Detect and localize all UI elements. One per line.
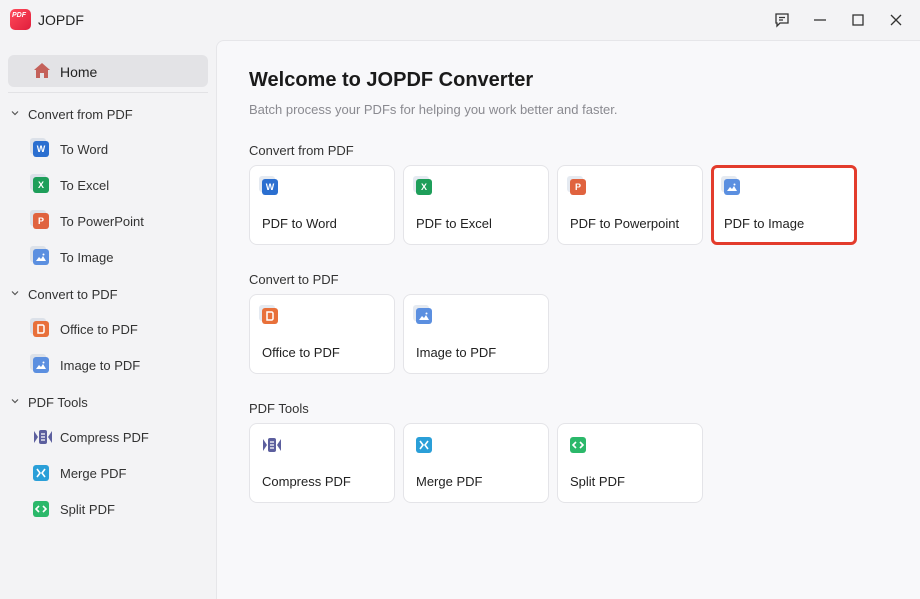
merge-icon: [416, 437, 432, 458]
powerpoint-icon: P: [30, 210, 49, 229]
feedback-button[interactable]: [770, 8, 794, 32]
close-icon: [890, 14, 902, 26]
maximize-icon: [852, 14, 864, 26]
sidebar-divider: [8, 92, 208, 93]
card-pdf-to-image[interactable]: PDF to Image: [711, 165, 857, 245]
card-label: Merge PDF: [416, 474, 483, 489]
feedback-icon: [775, 13, 789, 28]
card-pdf-to-word[interactable]: W PDF to Word: [249, 165, 395, 245]
minimize-icon: [814, 19, 826, 21]
sidebar-item-label: To PowerPoint: [60, 214, 144, 229]
word-icon: W: [30, 138, 49, 157]
section-title-convert-from-pdf: Convert from PDF: [249, 143, 354, 158]
card-split-pdf[interactable]: Split PDF: [557, 423, 703, 503]
office-icon: [259, 305, 278, 324]
sidebar-item-to-powerpoint[interactable]: P To PowerPoint: [0, 206, 216, 236]
card-label: Office to PDF: [262, 345, 340, 360]
card-label: PDF to Word: [262, 216, 337, 231]
sidebar-group-convert-from-pdf[interactable]: Convert from PDF: [0, 100, 216, 128]
section-title-convert-to-pdf: Convert to PDF: [249, 272, 339, 287]
sidebar-item-label: Office to PDF: [60, 322, 138, 337]
maximize-button[interactable]: [846, 8, 870, 32]
sidebar-item-to-excel[interactable]: X To Excel: [0, 170, 216, 200]
card-label: Split PDF: [570, 474, 625, 489]
sidebar-item-image-to-pdf[interactable]: Image to PDF: [0, 350, 216, 380]
chevron-down-icon: [11, 291, 19, 296]
merge-icon: [33, 465, 49, 486]
sidebar-item-label: Merge PDF: [60, 466, 127, 481]
sidebar-item-office-to-pdf[interactable]: Office to PDF: [0, 314, 216, 344]
chevron-down-icon: [11, 399, 19, 404]
excel-icon: X: [413, 176, 432, 195]
sidebar-item-home[interactable]: Home: [8, 55, 208, 87]
page-title: Welcome to JOPDF Converter: [249, 69, 534, 91]
section-title-pdf-tools: PDF Tools: [249, 401, 309, 416]
card-label: Image to PDF: [416, 345, 497, 360]
home-icon: [34, 63, 50, 78]
chevron-down-icon: [11, 111, 19, 116]
image-icon: [30, 246, 49, 265]
card-merge-pdf[interactable]: Merge PDF: [403, 423, 549, 503]
word-icon: W: [259, 176, 278, 195]
sidebar: Home Convert from PDF W To Word X To Exc…: [0, 40, 216, 599]
main-content: Welcome to JOPDF Converter Batch process…: [216, 40, 920, 599]
card-label: PDF to Image: [724, 216, 805, 231]
card-pdf-to-excel[interactable]: X PDF to Excel: [403, 165, 549, 245]
powerpoint-icon: P: [567, 176, 586, 195]
image-icon: [721, 176, 740, 195]
page-subtitle: Batch process your PDFs for helping you …: [249, 102, 618, 117]
card-image-to-pdf[interactable]: Image to PDF: [403, 294, 549, 374]
close-button[interactable]: [884, 8, 908, 32]
card-office-to-pdf[interactable]: Office to PDF: [249, 294, 395, 374]
app-logo-icon: PDF: [10, 9, 31, 30]
sidebar-group-label: Convert from PDF: [28, 107, 133, 122]
card-label: PDF to Powerpoint: [570, 216, 680, 231]
card-compress-pdf[interactable]: Compress PDF: [249, 423, 395, 503]
split-icon: [570, 437, 586, 458]
app-title: JOPDF: [38, 12, 84, 28]
card-pdf-to-powerpoint[interactable]: P PDF to Powerpoint: [557, 165, 703, 245]
office-icon: [30, 318, 49, 337]
excel-icon: X: [30, 174, 49, 193]
sidebar-group-label: PDF Tools: [28, 395, 88, 410]
sidebar-item-label: Home: [60, 64, 98, 80]
sidebar-item-label: To Image: [60, 250, 114, 265]
card-label: PDF to Excel: [416, 216, 492, 231]
image-icon: [413, 305, 432, 324]
sidebar-item-to-word[interactable]: W To Word: [0, 134, 216, 164]
split-icon: [33, 501, 49, 522]
sidebar-item-to-image[interactable]: To Image: [0, 242, 216, 272]
sidebar-group-label: Convert to PDF: [28, 287, 118, 302]
card-label: Compress PDF: [262, 474, 351, 489]
sidebar-item-label: To Excel: [60, 178, 110, 193]
sidebar-item-split-pdf[interactable]: Split PDF: [0, 494, 216, 524]
compress-icon: [262, 437, 282, 458]
sidebar-item-label: To Word: [60, 142, 109, 157]
sidebar-item-label: Image to PDF: [60, 358, 141, 373]
sidebar-group-convert-to-pdf[interactable]: Convert to PDF: [0, 280, 216, 308]
sidebar-item-merge-pdf[interactable]: Merge PDF: [0, 458, 216, 488]
sidebar-item-compress-pdf[interactable]: Compress PDF: [0, 422, 216, 452]
sidebar-item-label: Split PDF: [60, 502, 115, 517]
sidebar-group-pdf-tools[interactable]: PDF Tools: [0, 388, 216, 416]
title-bar: PDF JOPDF: [0, 0, 920, 40]
compress-icon: [33, 429, 53, 450]
minimize-button[interactable]: [808, 8, 832, 32]
sidebar-item-label: Compress PDF: [60, 430, 149, 445]
image-icon: [30, 354, 49, 373]
